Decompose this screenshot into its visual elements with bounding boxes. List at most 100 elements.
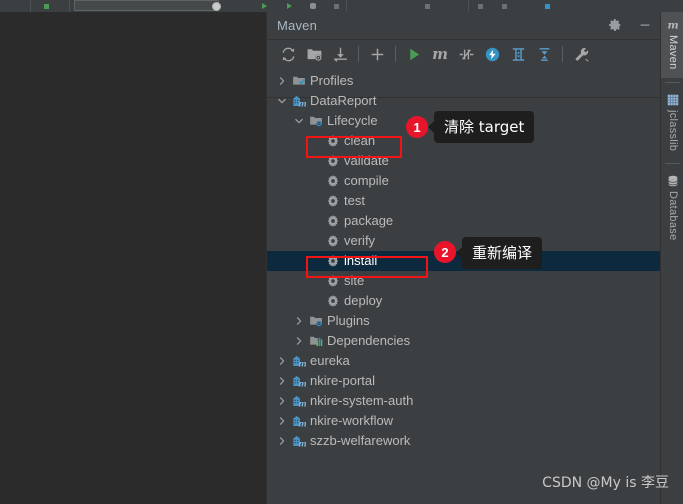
toolbar-separator (69, 0, 70, 12)
tree-row-nkire-workflow[interactable]: m nkire-workflow (267, 411, 661, 431)
add-maven-project-button[interactable] (364, 41, 390, 67)
search-icon[interactable] (212, 2, 221, 11)
svg-text:m: m (298, 380, 306, 388)
svg-text:m: m (298, 400, 306, 408)
execute-maven-goal-button[interactable]: m (427, 41, 453, 67)
maven-goal-gear-icon (326, 234, 340, 248)
maven-module-icon: m (292, 354, 307, 369)
tree-row-label: clean (344, 133, 376, 148)
tree-row-nkire-system-auth[interactable]: m nkire-system-auth (267, 391, 661, 411)
jclasslib-icon (666, 93, 680, 107)
generate-sources-button[interactable] (301, 41, 327, 67)
run-config-icon[interactable] (44, 4, 49, 9)
chevron-right-icon[interactable] (277, 431, 287, 456)
tree-row-label: compile (344, 173, 389, 188)
maven-panel-header: Maven (267, 12, 661, 40)
toolbar-separator (395, 46, 396, 62)
tree-row-package[interactable]: package (267, 211, 661, 231)
update-project-icon[interactable] (425, 4, 430, 9)
tree-row-deploy[interactable]: deploy (267, 291, 661, 311)
tree-row-dependencies[interactable]: Dependencies (267, 331, 661, 351)
toggle-offline-mode-button[interactable] (453, 41, 479, 67)
right-tab-jclasslib[interactable]: jclasslib (661, 87, 683, 159)
tree-row-szzb-welfarework[interactable]: m szzb-welfarework (267, 431, 661, 451)
stop-icon[interactable] (334, 4, 339, 9)
editor-area (0, 12, 266, 504)
lifecycle-folder-icon (309, 114, 323, 128)
tab-divider (665, 81, 680, 83)
tree-row-label: eureka (310, 353, 350, 368)
right-tab-database[interactable]: Database (661, 168, 683, 249)
toolbar-separator (468, 0, 469, 12)
reload-projects-button[interactable] (275, 41, 301, 67)
toolbar-separator (562, 46, 563, 62)
right-tool-window-bar: m Maven jclasslib Database (660, 12, 683, 504)
debug-run-icon[interactable] (287, 3, 292, 9)
maven-m-glyph: m (432, 44, 448, 63)
toolbar-separator (346, 0, 347, 12)
maven-goal-gear-icon (326, 294, 340, 308)
maven-goal-gear-icon (326, 134, 340, 148)
maven-goal-gear-icon (326, 214, 340, 228)
panel-title: Maven (277, 18, 318, 33)
panel-header-actions (607, 17, 653, 33)
annotation-badge-1: 1 (406, 116, 428, 138)
tree-row-site[interactable]: site (267, 271, 661, 291)
tree-row-datareport[interactable]: m DataReport (267, 91, 661, 111)
tree-row-label: Profiles (310, 73, 354, 88)
commit-icon[interactable] (478, 4, 483, 9)
tree-row-label: install (344, 253, 378, 268)
show-dependencies-button[interactable] (505, 41, 531, 67)
tree-row-plugins[interactable]: Plugins (267, 311, 661, 331)
tree-row-eureka[interactable]: m eureka (267, 351, 661, 371)
tree-row-label: validate (344, 153, 389, 168)
profiles-folder-icon (292, 74, 306, 88)
maven-module-icon: m (292, 94, 307, 109)
toolbar-separator (30, 0, 31, 12)
tree-row-label: szzb-welfarework (310, 433, 411, 448)
tree-row-validate[interactable]: validate (267, 151, 661, 171)
run-button-icon[interactable] (262, 3, 267, 9)
run-maven-build-button[interactable] (401, 41, 427, 67)
search-everywhere-icon[interactable] (545, 4, 550, 9)
maven-settings-button[interactable] (568, 41, 594, 67)
tree-row-label: Dependencies (327, 333, 411, 348)
annotation-tooltip-2: 重新编译 (455, 237, 543, 269)
tree-row-label: verify (344, 233, 376, 248)
right-tab-maven[interactable]: m Maven (661, 12, 683, 78)
annotation-badge-2: 2 (434, 241, 456, 263)
navigation-bar-box[interactable] (74, 0, 219, 11)
plugins-folder-icon (309, 314, 323, 328)
right-tab-label: Database (667, 190, 679, 241)
bug-icon[interactable] (310, 3, 316, 9)
svg-text:m: m (298, 420, 306, 428)
tree-row-nkire-portal[interactable]: m nkire-portal (267, 371, 661, 391)
tree-row-label: package (344, 213, 394, 228)
svg-text:m: m (298, 360, 306, 368)
maven-goal-gear-icon (326, 194, 340, 208)
tree-row-label: site (344, 273, 365, 288)
right-tab-label: Maven (667, 35, 679, 70)
maven-module-icon: m (292, 394, 307, 409)
maven-goal-gear-icon (326, 254, 340, 268)
maven-module-icon: m (292, 414, 307, 429)
collapse-all-button[interactable] (531, 41, 557, 67)
maven-goal-gear-icon (326, 154, 340, 168)
tree-row-compile[interactable]: compile (267, 171, 661, 191)
dependencies-icon (309, 334, 323, 348)
tree-row-label: nkire-system-auth (310, 393, 414, 408)
database-icon (666, 174, 680, 188)
hide-minimize-icon[interactable] (637, 17, 653, 33)
tree-row-test[interactable]: test (267, 191, 661, 211)
settings-gear-icon[interactable] (607, 17, 623, 33)
right-tab-label: jclasslib (667, 109, 679, 151)
tree-row-profiles[interactable]: Profiles (267, 71, 661, 91)
annotation-tooltip-1: 清除 target (427, 111, 535, 143)
history-icon[interactable] (502, 4, 507, 9)
maven-panel-toolbar: m (267, 39, 661, 98)
download-sources-button[interactable] (327, 41, 353, 67)
toolbar-separator (358, 46, 359, 62)
tree-row-label: Plugins (327, 313, 370, 328)
maven-module-icon: m (292, 434, 307, 449)
toggle-skip-tests-button[interactable] (479, 41, 505, 67)
